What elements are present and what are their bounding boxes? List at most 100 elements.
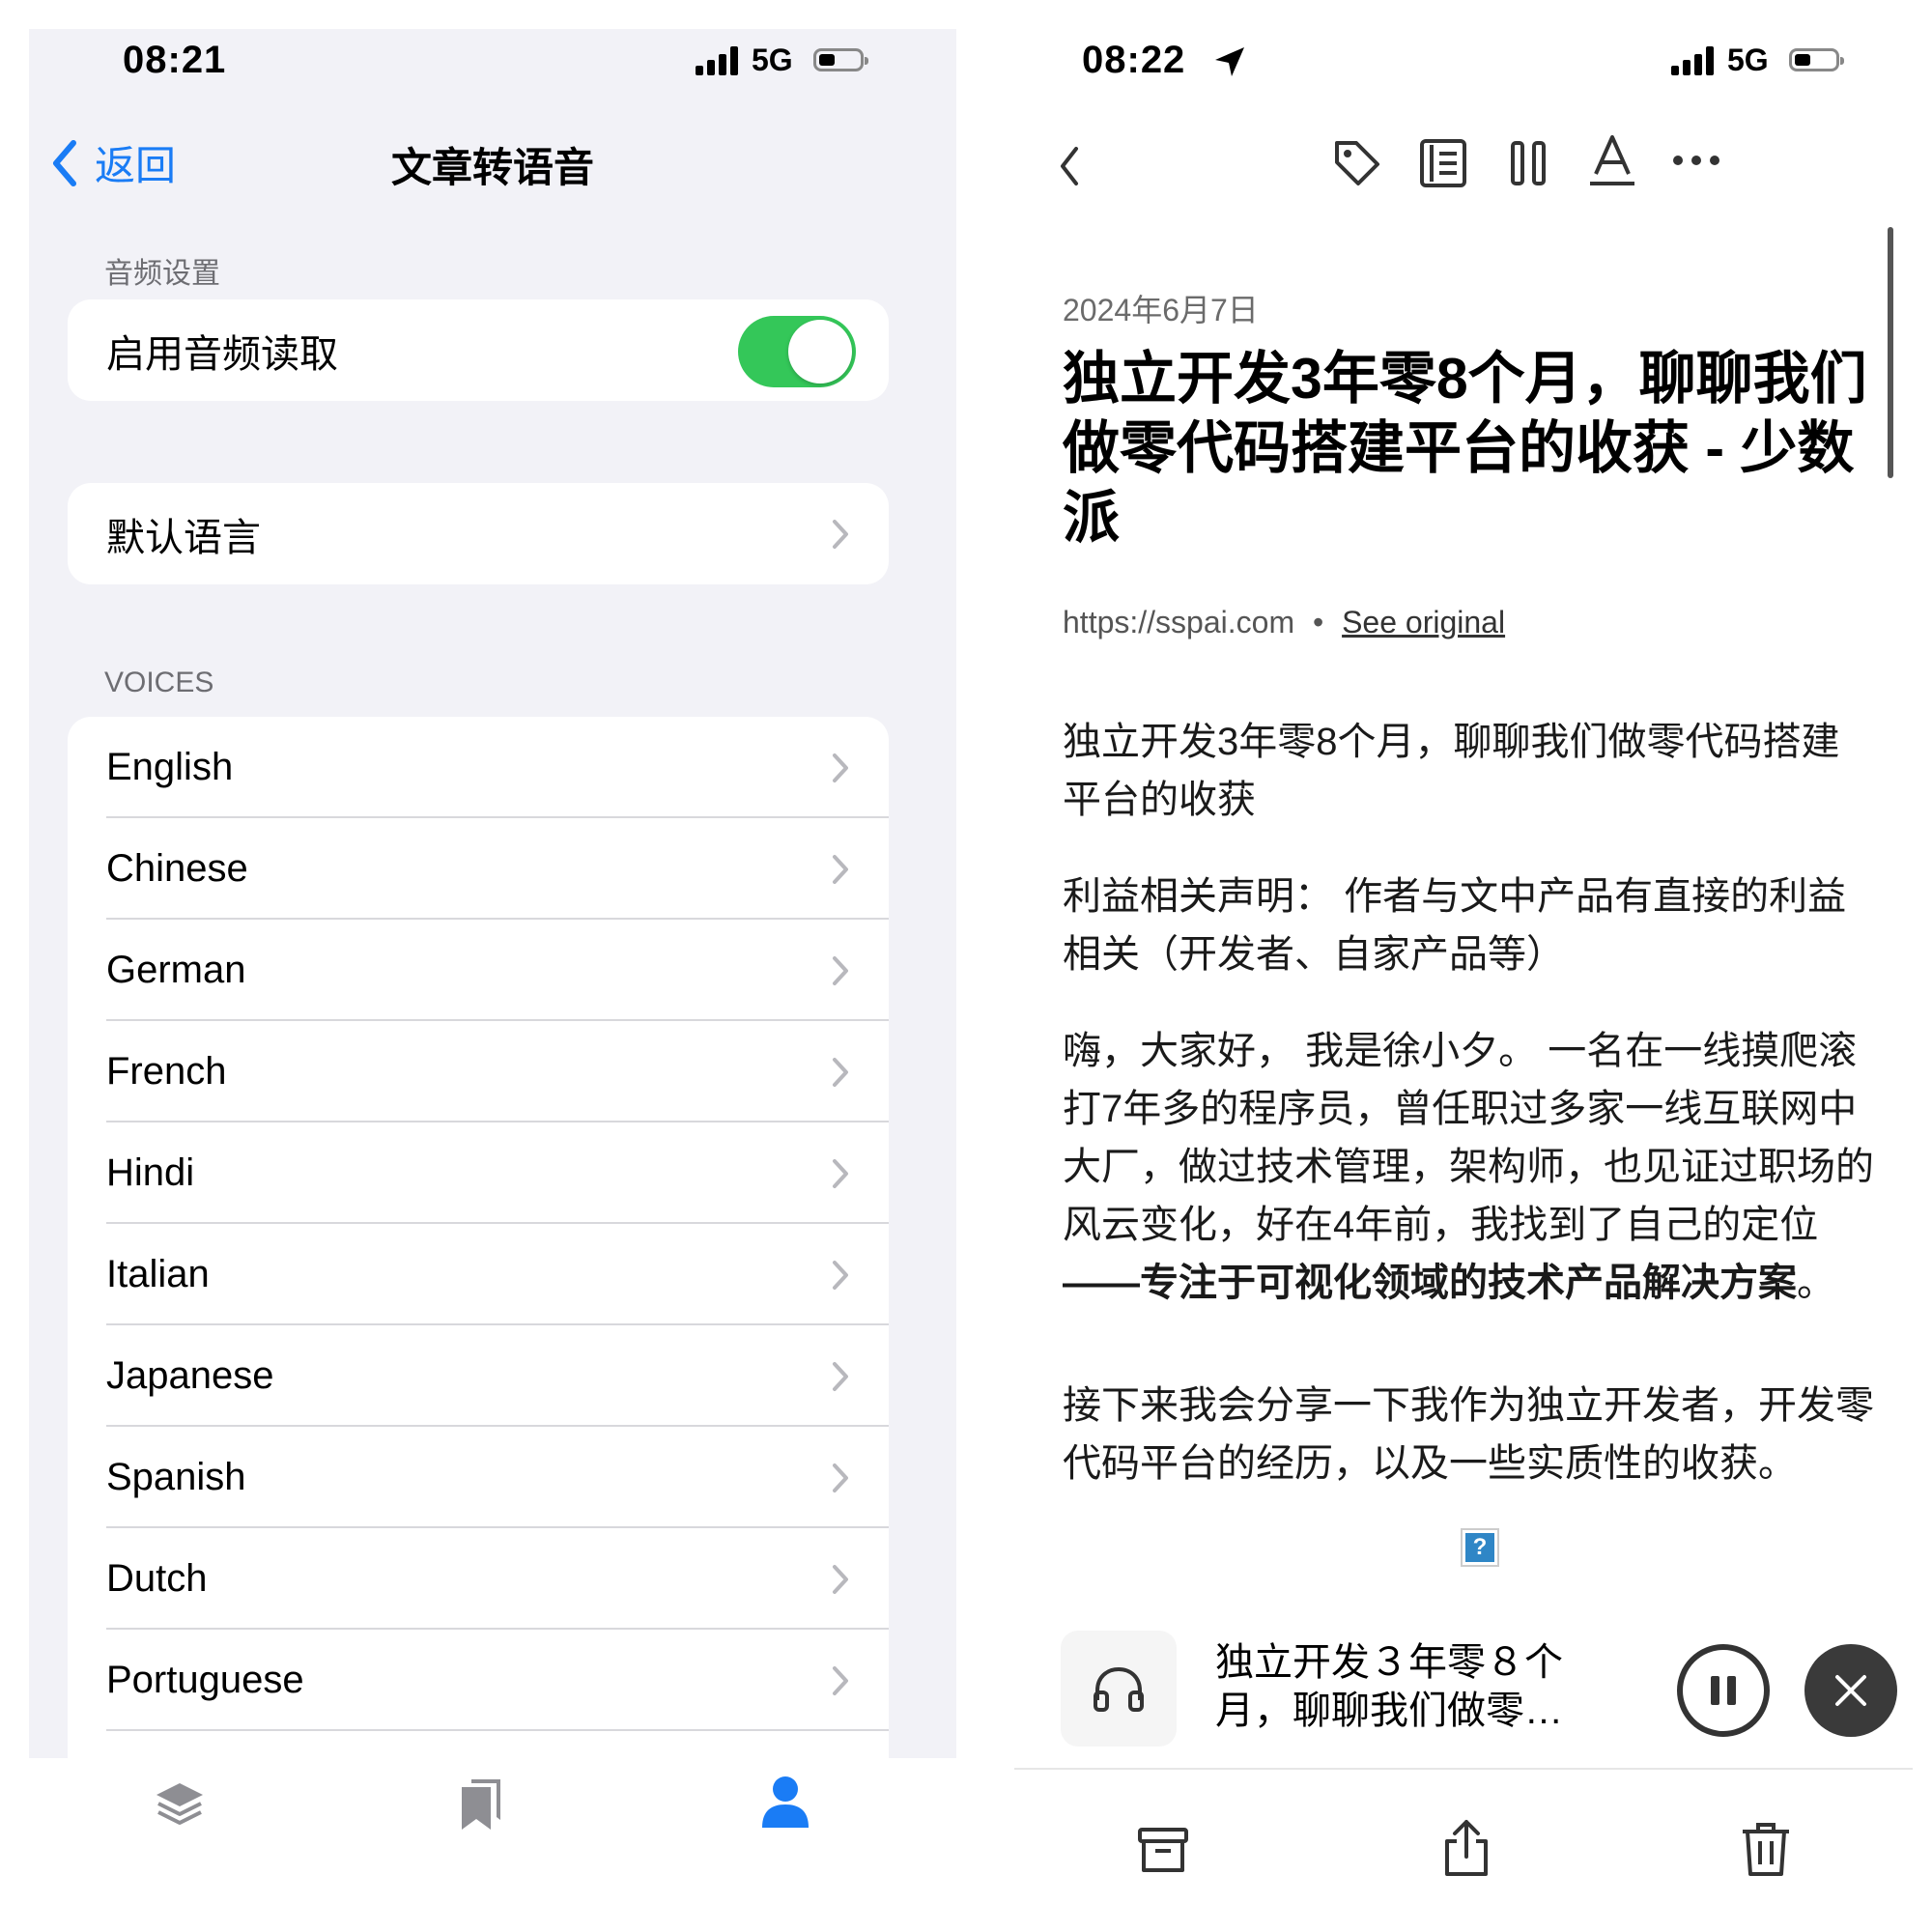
network-type: 5G <box>1727 43 1769 77</box>
battery-icon <box>1789 48 1844 71</box>
pause-icon <box>1711 1676 1736 1705</box>
broken-image-icon: ? <box>1461 1528 1499 1567</box>
paragraph-line: 平台的收获 <box>1063 779 1256 821</box>
settings-screen: 08:21 5G 返回 文章转语音 音频设置 启用音频读取 默认语言 VOICE… <box>29 29 956 1918</box>
tag-icon[interactable] <box>1331 137 1383 189</box>
source-url: https://sspai.com <box>1063 605 1295 639</box>
chevron-right-icon <box>833 955 848 985</box>
tab-bookmarks[interactable] <box>454 1776 508 1838</box>
tab-library[interactable] <box>153 1777 207 1836</box>
chevron-right-icon <box>833 519 848 549</box>
player-artwork <box>1061 1631 1177 1747</box>
back-chevron-icon[interactable] <box>1055 143 1084 189</box>
person-icon <box>762 1776 809 1828</box>
voices-section-header: VOICES <box>104 667 214 698</box>
article-paragraph: 独立开发3年零8个月，聊聊我们做零代码搭建 平台的收获 <box>1063 713 1893 829</box>
chevron-right-icon <box>833 1361 848 1391</box>
paragraph-line: 利益相关声明： 作者与文中产品有直接的利益 <box>1063 875 1847 918</box>
paragraph-line-bold: ——专注于可视化领域的技术产品解决方案。 <box>1063 1254 1903 1312</box>
voice-item-portuguese[interactable]: Portuguese <box>68 1630 889 1731</box>
columns-icon[interactable] <box>1507 137 1549 189</box>
voice-item-hindi[interactable]: Hindi <box>68 1122 889 1224</box>
close-player-button[interactable] <box>1804 1644 1897 1737</box>
voice-item-english[interactable]: English <box>68 717 889 818</box>
page-title: 文章转语音 <box>390 145 594 190</box>
article-paragraph: 嗨，大家好， 我是徐小夕。 一名在一线摸爬滚 打7年多的程序员，曾任职过多家一线… <box>1063 1022 1903 1312</box>
bookmarks-icon <box>462 1779 500 1830</box>
trash-icon[interactable] <box>1739 1820 1793 1878</box>
default-language-label: 默认语言 <box>106 516 261 559</box>
voice-item-spanish[interactable]: Spanish <box>68 1427 889 1528</box>
chevron-right-icon <box>833 1665 848 1695</box>
voice-label: Dutch <box>106 1557 208 1600</box>
voice-label: French <box>106 1050 227 1093</box>
archive-icon[interactable] <box>1136 1824 1190 1878</box>
share-icon[interactable] <box>1439 1818 1493 1878</box>
headline-line: 独立开发3年零8个月，聊聊我们 <box>1063 347 1867 411</box>
network-type: 5G <box>752 43 793 77</box>
voices-list: English Chinese German French Hindi Ital… <box>68 717 889 1758</box>
paragraph-line: 风云变化，好在4年前，我找到了自己的定位 <box>1063 1204 1819 1246</box>
article-date: 2024年6月7日 <box>1063 293 1259 327</box>
voice-item-german[interactable]: German <box>68 920 889 1021</box>
chevron-right-icon <box>833 1463 848 1492</box>
chevron-right-icon <box>833 1057 848 1087</box>
tab-bar <box>29 1758 956 1918</box>
enable-audio-toggle[interactable] <box>738 316 856 387</box>
row-divider <box>106 1729 889 1731</box>
player-title: 独立开发３年零８个 月，聊聊我们做零… <box>1215 1638 1582 1735</box>
player-title-line: 独立开发３年零８个 <box>1215 1641 1563 1684</box>
default-language-card: 默认语言 <box>68 483 889 584</box>
voice-label: Portuguese <box>106 1659 304 1701</box>
voice-label: Japanese <box>106 1354 274 1397</box>
bold-line-tail: 。 <box>1797 1262 1835 1304</box>
reader-view-icon[interactable] <box>1418 137 1468 189</box>
default-language-row[interactable]: 默认语言 <box>68 483 889 584</box>
back-button[interactable]: 返回 <box>48 133 176 192</box>
article-paragraph: 利益相关声明： 作者与文中产品有直接的利益 相关（开发者、自家产品等） <box>1063 867 1893 983</box>
chevron-right-icon <box>833 854 848 884</box>
cellular-signal-icon <box>1671 46 1714 75</box>
voice-item-chinese[interactable]: Chinese <box>68 818 889 920</box>
article-source: https://sspai.com • See original <box>1063 605 1505 640</box>
voice-label: English <box>106 746 234 788</box>
chevron-right-icon <box>833 1260 848 1290</box>
headphones-icon <box>1094 1666 1144 1712</box>
audio-settings-card: 启用音频读取 <box>68 299 889 401</box>
pause-button[interactable] <box>1677 1644 1770 1737</box>
paragraph-line: 独立开发3年零8个月，聊聊我们做零代码搭建 <box>1063 721 1840 763</box>
paragraph-line: 代码平台的经历，以及一些实质性的收获。 <box>1063 1442 1797 1485</box>
paragraph-line: 嗨，大家好， 我是徐小夕。 一名在一线摸爬滚 <box>1063 1030 1858 1072</box>
audio-settings-header: 音频设置 <box>104 258 220 290</box>
chevron-right-icon <box>833 753 848 782</box>
voice-item-french[interactable]: French <box>68 1021 889 1122</box>
voice-label: German <box>106 949 246 991</box>
headline-line: 派 <box>1063 486 1121 550</box>
voice-label: Hindi <box>106 1151 195 1194</box>
bottom-divider <box>1014 1768 1913 1770</box>
paragraph-line: 打7年多的程序员，曾任职过多家一线互联网中 <box>1063 1088 1858 1130</box>
voice-label: Chinese <box>106 847 248 890</box>
cellular-signal-icon <box>696 46 738 75</box>
image-placeholder-glyph: ? <box>1465 1533 1494 1562</box>
enable-audio-label: 启用音频读取 <box>106 332 338 376</box>
status-time: 08:22 <box>1082 39 1186 81</box>
article-paragraph: 接下来我会分享一下我作为独立开发者，开发零 代码平台的经历，以及一些实质性的收获… <box>1063 1377 1903 1492</box>
paragraph-line: 大厂，做过技术管理，架构师，也见证过职场的 <box>1063 1146 1874 1188</box>
enable-audio-row: 启用音频读取 <box>68 299 889 401</box>
tab-profile[interactable] <box>758 1774 812 1836</box>
headline-line: 做零代码搭建平台的收获 - 少数 <box>1063 416 1855 480</box>
back-label: 返回 <box>95 143 177 188</box>
meta-bullet: • <box>1312 605 1324 639</box>
voice-item-japanese[interactable]: Japanese <box>68 1325 889 1427</box>
voice-label: Italian <box>106 1253 210 1295</box>
bold-text: ——专注于可视化领域的技术产品解决方案 <box>1063 1262 1797 1304</box>
see-original-link[interactable]: See original <box>1342 605 1505 639</box>
font-settings-icon[interactable] <box>1588 131 1636 189</box>
article-screen: 08:22 5G 2024年6月7日 独立开发3年零8个月，聊聊我们 做零代码搭… <box>1014 29 1913 1918</box>
status-time: 08:21 <box>123 39 227 81</box>
more-options-icon[interactable] <box>1671 153 1721 168</box>
chevron-right-icon <box>833 1564 848 1594</box>
voice-item-italian[interactable]: Italian <box>68 1224 889 1325</box>
voice-item-dutch[interactable]: Dutch <box>68 1528 889 1630</box>
